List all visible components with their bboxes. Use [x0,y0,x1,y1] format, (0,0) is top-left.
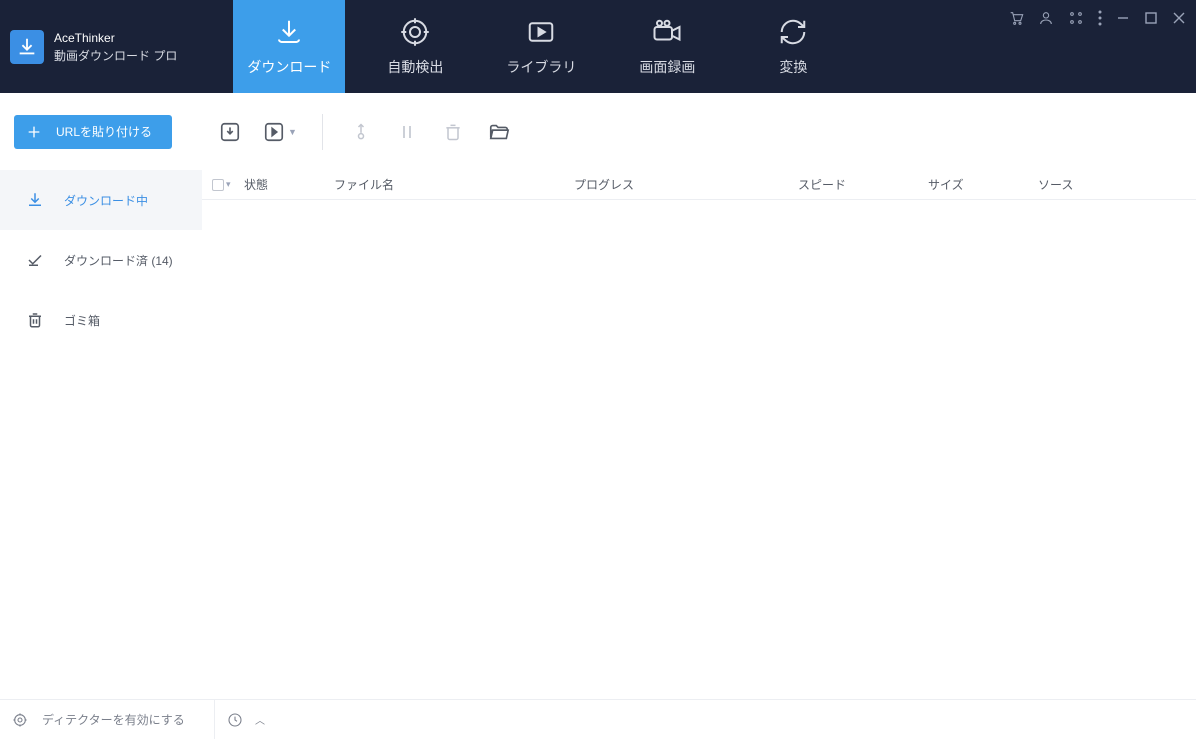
open-folder-button[interactable] [483,116,515,148]
start-button[interactable] [345,116,377,148]
sidebar-item-downloaded[interactable]: ダウンロード済 (14) [0,230,202,290]
grid-icon[interactable] [1068,10,1084,26]
column-headers: ▾ 状態 ファイル名 プログレス スピード サイズ ソース [202,170,1196,200]
target-icon [12,712,28,728]
nav-tab-label: ダウンロード [247,57,331,77]
sidebar-item-label: ゴミ箱 [64,312,100,329]
delete-button[interactable] [437,116,469,148]
nav-tab-record[interactable]: 画面録画 [611,0,723,93]
check-icon [26,251,46,269]
sidebar-item-label: ダウンロード中 [64,192,148,209]
more-icon[interactable] [1098,10,1102,26]
close-button[interactable] [1172,11,1186,25]
app-logo-icon [10,30,44,64]
status-bar: ディテクターを有効にする ︿ [0,699,1196,739]
content-area: ▾ 状態 ファイル名 プログレス スピード サイズ ソース [202,170,1196,699]
nav-tab-label: 変換 [779,57,807,77]
toolbar: URLを貼り付ける ▼ [0,93,1196,170]
nav-tab-label: 自動検出 [387,57,443,77]
minimize-button[interactable] [1116,11,1130,25]
chevron-down-icon: ▾ [226,179,231,190]
user-icon[interactable] [1038,10,1054,26]
plus-icon [26,124,42,140]
sidebar-item-trash[interactable]: ゴミ箱 [0,290,202,350]
target-icon [400,17,430,47]
column-speed[interactable]: スピード [798,176,928,193]
chevron-down-icon: ▼ [288,127,297,137]
column-status[interactable]: 状態 [244,176,334,193]
sidebar-item-label: ダウンロード済 (14) [64,252,173,269]
detector-toggle[interactable]: ディテクターを有効にする [12,711,202,728]
detector-label: ディテクターを有効にする [42,711,185,728]
trash-icon [26,311,46,329]
main: ダウンロード中 ダウンロード済 (14) ゴミ箱 ▾ 状態 ファイル名 プログレ… [0,170,1196,699]
app-brand: AceThinker [54,29,177,47]
nav-tab-library[interactable]: ライブラリ [485,0,597,93]
nav-tab-label: 画面録画 [639,57,695,77]
history-button[interactable] [227,712,243,728]
app-subtitle: 動画ダウンロード プロ [54,47,177,65]
column-progress[interactable]: プログレス [574,176,798,193]
pause-button[interactable] [391,116,423,148]
chevron-up-icon[interactable]: ︿ [255,712,265,727]
column-source[interactable]: ソース [1038,176,1158,193]
maximize-button[interactable] [1144,11,1158,25]
app-header: AceThinker 動画ダウンロード プロ ダウンロード 自動検出 ライブラリ [0,0,1196,93]
toolbar-divider [322,114,323,150]
sidebar: ダウンロード中 ダウンロード済 (14) ゴミ箱 [0,170,202,699]
paste-url-label: URLを貼り付ける [56,123,152,140]
cart-icon[interactable] [1008,10,1024,26]
nav-tab-label: ライブラリ [506,57,576,77]
select-all-checkbox[interactable]: ▾ [212,179,244,191]
column-filename[interactable]: ファイル名 [334,176,574,193]
batch-download-button[interactable] [214,116,246,148]
nav-tab-download[interactable]: ダウンロード [233,0,345,93]
convert-icon [778,17,808,47]
sidebar-item-downloading[interactable]: ダウンロード中 [0,170,202,230]
statusbar-divider [214,700,215,739]
camera-icon [652,17,682,47]
app-logo-block: AceThinker 動画ダウンロード プロ [0,0,193,93]
library-icon [526,17,556,47]
nav-tab-convert[interactable]: 変換 [737,0,849,93]
app-title: AceThinker 動画ダウンロード プロ [54,29,177,65]
convert-settings-button[interactable]: ▼ [260,116,300,148]
column-size[interactable]: サイズ [928,176,1038,193]
download-icon [26,191,46,209]
window-controls [1008,10,1186,26]
nav-tab-detect[interactable]: 自動検出 [359,0,471,93]
download-icon [274,17,304,47]
nav-tabs: ダウンロード 自動検出 ライブラリ 画面録画 変換 [233,0,863,93]
paste-url-button[interactable]: URLを貼り付ける [14,115,172,149]
